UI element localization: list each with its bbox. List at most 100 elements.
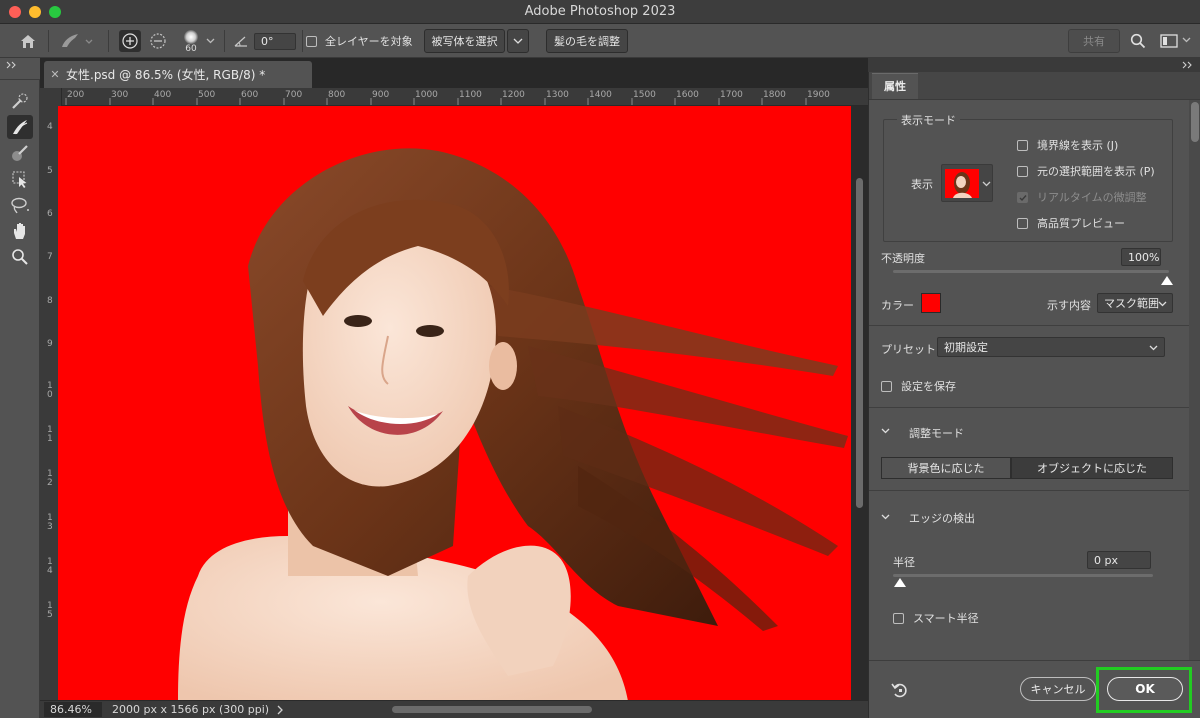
- smart-radius-box[interactable]: [893, 612, 904, 624]
- panel-scrollbar[interactable]: [1189, 100, 1200, 660]
- ruler-label: 500: [198, 90, 216, 100]
- select-subject-button[interactable]: 被写体を選択: [424, 29, 505, 53]
- ruler-label: 1 4: [47, 557, 53, 576]
- ruler-label: 1 3: [47, 513, 53, 532]
- brush-size-picker[interactable]: 60: [178, 27, 204, 57]
- realtime-refine-checkbox: リアルタイムの微調整: [1017, 189, 1147, 205]
- double-chevron-icon[interactable]: [1182, 61, 1194, 69]
- refine-edge-brush-tool-icon[interactable]: [7, 115, 33, 139]
- zoom-level-input[interactable]: 86.46%: [44, 702, 102, 717]
- chevron-right-icon[interactable]: [276, 705, 284, 715]
- radius-slider-track[interactable]: [893, 574, 1153, 577]
- panel-tab-bar: 属性: [869, 72, 1200, 100]
- close-icon[interactable]: ✕: [44, 68, 66, 81]
- chevron-down-icon[interactable]: [1149, 345, 1158, 351]
- quick-selection-tool-icon[interactable]: [7, 89, 33, 113]
- radius-slider-knob[interactable]: [894, 578, 906, 587]
- window-title: Adobe Photoshop 2023: [524, 4, 676, 19]
- chevron-down-icon[interactable]: [204, 34, 216, 48]
- lasso-tool-icon[interactable]: [7, 193, 33, 217]
- brush-tool-icon[interactable]: [7, 141, 33, 165]
- tab-properties[interactable]: 属性: [872, 73, 918, 99]
- document-area: ✕ 女性.psd @ 86.5% (女性, RGB/8) * 200 300 4…: [40, 58, 868, 718]
- ruler-label: 4: [47, 122, 53, 132]
- add-to-selection-brush-icon[interactable]: [119, 30, 141, 52]
- preset-dropdown[interactable]: 初期設定: [937, 337, 1165, 357]
- panel-scrollbar-thumb[interactable]: [1191, 102, 1199, 142]
- refine-mode-color-aware-button[interactable]: 背景色に応じた: [881, 457, 1011, 479]
- overlay-color-swatch[interactable]: [921, 293, 941, 313]
- document-size-info: 2000 px x 1566 px (300 ppi): [112, 703, 270, 716]
- radius-input[interactable]: 0 px: [1087, 551, 1151, 569]
- realtime-refine-box: [1017, 191, 1028, 203]
- section-divider: [869, 490, 1189, 491]
- opacity-slider-knob[interactable]: [1161, 276, 1173, 285]
- ruler-label: 1100: [459, 90, 482, 100]
- options-bar: 60 0° 全レイヤーを対象 被写体を選択 髪の毛を調整 共有: [0, 24, 1200, 58]
- refine-mode-object-aware-button[interactable]: オブジェクトに応じた: [1011, 457, 1173, 479]
- home-icon[interactable]: [14, 31, 42, 51]
- ruler-label: 600: [241, 90, 259, 100]
- high-quality-preview-box[interactable]: [1017, 217, 1028, 229]
- horizontal-ruler[interactable]: 200 300 400 500 600 700 800 900 1000 110…: [62, 88, 868, 106]
- vertical-scrollbar-thumb[interactable]: [856, 178, 863, 508]
- angle-input[interactable]: 0°: [254, 33, 296, 50]
- ruler-label: 1500: [633, 90, 656, 100]
- tool-preset-picker[interactable]: [56, 31, 96, 51]
- horizontal-scrollbar-thumb[interactable]: [392, 706, 592, 713]
- select-subject-dropdown[interactable]: [507, 29, 529, 53]
- ruler-origin[interactable]: [40, 88, 62, 106]
- smart-radius-checkbox[interactable]: スマート半径: [893, 610, 979, 626]
- opacity-input[interactable]: 100%: [1121, 248, 1161, 266]
- show-edge-box[interactable]: [1017, 139, 1028, 151]
- cancel-button[interactable]: キャンセル: [1020, 677, 1096, 701]
- chevron-down-icon[interactable]: [881, 514, 890, 520]
- show-edge-checkbox[interactable]: 境界線を表示 (J): [1017, 137, 1118, 153]
- reset-icon[interactable]: [891, 681, 909, 699]
- brush-size-value: 60: [185, 44, 197, 54]
- chevron-down-icon[interactable]: [881, 428, 890, 434]
- ruler-label: 400: [154, 90, 172, 100]
- opacity-slider-track[interactable]: [893, 270, 1169, 273]
- indicates-dropdown[interactable]: マスク範囲: [1097, 293, 1173, 313]
- ok-button[interactable]: OK: [1107, 677, 1183, 701]
- subtract-from-selection-brush-icon[interactable]: [147, 30, 169, 52]
- ruler-label: 200: [67, 90, 85, 100]
- sample-all-layers-checkbox[interactable]: 全レイヤーを対象: [306, 33, 413, 49]
- soft-brush-icon: [184, 30, 198, 44]
- show-original-checkbox[interactable]: 元の選択範囲を表示 (P): [1017, 163, 1155, 179]
- view-mode-group-label: 表示モード: [897, 112, 960, 128]
- hand-tool-icon[interactable]: [7, 219, 33, 243]
- search-icon[interactable]: [1128, 31, 1148, 51]
- ruler-label: 800: [328, 90, 346, 100]
- chevron-down-icon[interactable]: [1158, 301, 1167, 307]
- object-selection-tool-icon[interactable]: [7, 167, 33, 191]
- share-button[interactable]: 共有: [1068, 29, 1120, 53]
- show-original-box[interactable]: [1017, 165, 1028, 177]
- show-edge-label: 境界線を表示 (J): [1037, 139, 1119, 152]
- refine-mode-label: 調整モード: [909, 427, 964, 440]
- chevron-down-icon[interactable]: [1180, 33, 1192, 47]
- workspace-icon[interactable]: [1158, 31, 1180, 51]
- refine-hair-button[interactable]: 髪の毛を調整: [546, 29, 628, 53]
- document-canvas[interactable]: [58, 106, 851, 701]
- sample-all-layers-box[interactable]: [306, 35, 317, 47]
- document-tab[interactable]: ✕ 女性.psd @ 86.5% (女性, RGB/8) *: [44, 61, 312, 88]
- radius-label: 半径: [893, 556, 915, 569]
- double-chevron-icon[interactable]: [6, 61, 18, 69]
- save-settings-checkbox[interactable]: 設定を保存: [881, 378, 956, 394]
- zoom-tool-icon[interactable]: [7, 245, 33, 269]
- chevron-down-icon[interactable]: [982, 181, 991, 187]
- high-quality-preview-checkbox[interactable]: 高品質プレビュー: [1017, 215, 1125, 231]
- vertical-scrollbar[interactable]: [851, 106, 868, 700]
- view-mode-picker[interactable]: [941, 164, 993, 202]
- ruler-label: 300: [111, 90, 129, 100]
- save-settings-box[interactable]: [881, 380, 892, 392]
- tools-panel: [0, 80, 40, 718]
- ruler-label: 6: [47, 209, 53, 219]
- ruler-label: 1 2: [47, 469, 53, 488]
- title-bar: Adobe Photoshop 2023: [0, 0, 1200, 24]
- panel-collapse-strip[interactable]: [868, 58, 1200, 72]
- ruler-label: 1000: [415, 90, 438, 100]
- toolbar-collapse-strip[interactable]: [0, 58, 40, 80]
